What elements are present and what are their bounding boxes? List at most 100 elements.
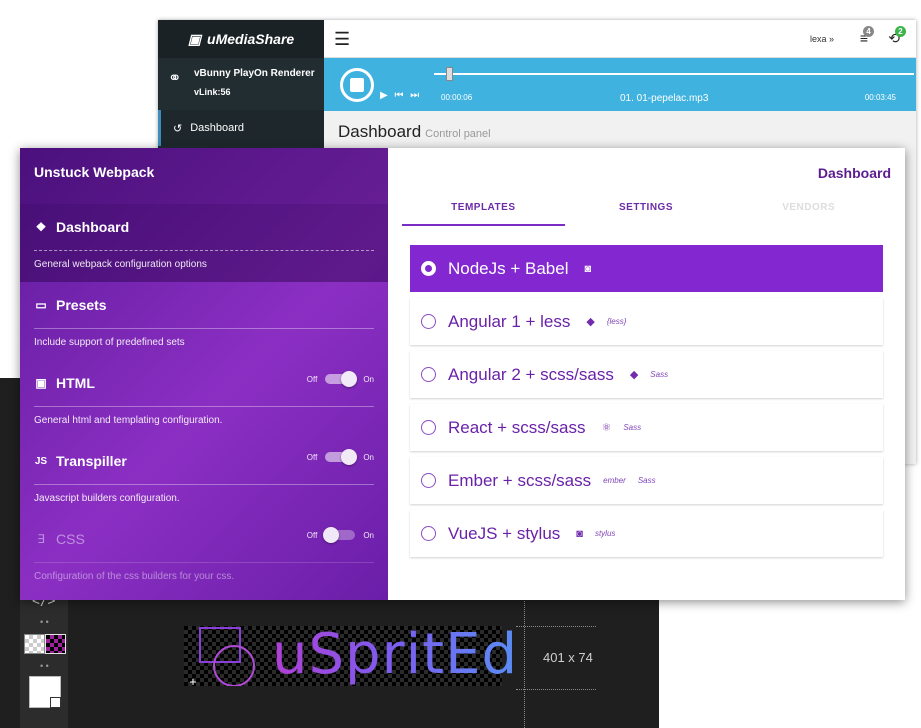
sidebar-item-label: Dashboard bbox=[190, 122, 245, 134]
pattern-swatch[interactable] bbox=[45, 634, 66, 654]
transpiller-toggle[interactable]: Off On bbox=[306, 449, 374, 465]
logo-mark-icon bbox=[190, 627, 255, 686]
section-description: Javascript builders configuration. bbox=[34, 493, 180, 504]
sass-icon: Sass bbox=[623, 423, 642, 432]
user-menu[interactable]: lexa » bbox=[810, 34, 834, 44]
seek-bar[interactable] bbox=[434, 73, 914, 75]
template-label: NodeJs + Babel bbox=[448, 258, 569, 278]
guide-line bbox=[524, 598, 525, 728]
stylus-icon: stylus bbox=[594, 529, 616, 538]
transparent-swatch[interactable] bbox=[24, 634, 45, 654]
html5-icon: ▣ bbox=[35, 376, 47, 390]
radio-button[interactable] bbox=[421, 420, 436, 435]
sidebar-item-dashboard[interactable]: ↺ Dashboard bbox=[158, 110, 324, 146]
media-player: ▶ ⏮ ⏭ 00:00:06 01. 01-pepelac.mp3 00:03:… bbox=[324, 58, 916, 111]
sprite-size-label: 401 x 74 bbox=[543, 650, 593, 665]
template-label: Angular 2 + scss/sass bbox=[448, 364, 614, 384]
react-icon: ⚛ bbox=[601, 422, 612, 434]
uw-app-title: Unstuck Webpack bbox=[20, 148, 388, 204]
ums-brand[interactable]: ▣ uMediaShare bbox=[158, 20, 324, 58]
template-option-nodejs[interactable]: NodeJs + Babel ◙ bbox=[410, 245, 883, 292]
template-label: VueJS + stylus bbox=[448, 523, 561, 543]
radio-button[interactable] bbox=[421, 526, 436, 541]
js-icon: JS bbox=[34, 455, 48, 467]
renderer-info[interactable]: ⚭ vBunny PlayOn Renderer vLink:56 bbox=[158, 58, 324, 110]
css-toggle[interactable]: Off On bbox=[306, 527, 374, 543]
template-option-angular1[interactable]: Angular 1 + less ◆ {less} bbox=[410, 298, 883, 345]
separator-dots: • • bbox=[40, 617, 49, 627]
stop-button[interactable] bbox=[340, 68, 374, 102]
toggle-off-label: Off bbox=[306, 530, 318, 540]
presets-icon: ▭ bbox=[35, 298, 47, 312]
toggle-on-label: On bbox=[363, 452, 374, 462]
page-subtitle: Control panel bbox=[425, 128, 491, 140]
section-dashboard[interactable]: ❖ Dashboard General webpack configuration… bbox=[20, 204, 388, 282]
section-html[interactable]: ▣ HTML Off On General html and templating… bbox=[20, 360, 388, 438]
toggle-off-label: Off bbox=[306, 452, 318, 462]
section-title: Transpiller bbox=[56, 453, 127, 469]
toggle-on-label: On bbox=[363, 374, 374, 384]
page-title-text: Dashboard bbox=[338, 122, 422, 141]
background-swatch[interactable] bbox=[29, 676, 61, 708]
template-label: Angular 1 + less bbox=[448, 311, 571, 331]
section-description: General html and templating configuratio… bbox=[34, 415, 223, 426]
seek-handle[interactable] bbox=[446, 67, 453, 81]
radio-button[interactable] bbox=[421, 367, 436, 382]
radio-button[interactable] bbox=[421, 473, 436, 488]
html-toggle[interactable]: Off On bbox=[306, 371, 374, 387]
section-title: HTML bbox=[56, 375, 95, 391]
css3-icon: ∃ bbox=[37, 532, 45, 546]
template-label: React + scss/sass bbox=[448, 417, 586, 437]
sprite-logo-text: uSpritEd bbox=[272, 622, 519, 687]
angular-icon: ◆ bbox=[586, 316, 595, 328]
guide-line bbox=[516, 689, 596, 690]
radio-button[interactable] bbox=[421, 261, 436, 276]
play-icon[interactable]: ▶ bbox=[380, 90, 390, 101]
template-option-angular2[interactable]: Angular 2 + scss/sass ◆ Sass bbox=[410, 351, 883, 398]
previous-icon[interactable]: ⏮ bbox=[394, 90, 405, 101]
sprite-canvas[interactable]: uSpritEd bbox=[184, 622, 517, 687]
section-transpiller[interactable]: JS Transpiller Off On Javascript builders… bbox=[20, 438, 388, 516]
template-option-vuejs[interactable]: VueJS + stylus ◙ stylus bbox=[410, 510, 883, 557]
section-title: CSS bbox=[56, 531, 85, 547]
toggle-on-label: On bbox=[363, 530, 374, 540]
desktop: </> • • • • uSpritEd 401 x 74 ▣ uMediaSh… bbox=[0, 0, 921, 728]
color-swatch-pair[interactable] bbox=[24, 634, 66, 654]
playback-controls[interactable]: ▶ ⏮ ⏭ bbox=[380, 90, 421, 101]
dropbox-icon: ❖ bbox=[35, 220, 47, 234]
renderer-link: vLink:56 bbox=[194, 87, 231, 97]
section-title: Presets bbox=[56, 297, 107, 313]
toggle-track[interactable] bbox=[325, 449, 358, 465]
menu-toggle-icon[interactable]: ☰ bbox=[334, 29, 350, 50]
sync-badge: 2 bbox=[895, 26, 906, 37]
section-description: Configuration of the css builders for yo… bbox=[34, 571, 235, 582]
guide-line bbox=[516, 626, 596, 627]
link-icon: ⚭ bbox=[168, 70, 182, 87]
toggle-track[interactable] bbox=[323, 527, 356, 543]
section-css[interactable]: ∃ CSS Off On Configuration of the css bui… bbox=[20, 516, 388, 594]
tab-vendors[interactable]: VENDORS bbox=[727, 198, 890, 226]
track-duration: 00:03:45 bbox=[864, 93, 896, 102]
template-option-ember[interactable]: Ember + scss/sass ember Sass bbox=[410, 457, 883, 504]
separator-dots: • • bbox=[40, 661, 49, 671]
section-presets[interactable]: ▭ Presets Include support of predefined s… bbox=[20, 282, 388, 360]
unstuck-webpack-window: Unstuck Webpack ❖ Dashboard General webpa… bbox=[20, 148, 905, 600]
tab-templates[interactable]: TEMPLATES bbox=[402, 198, 565, 226]
track-filename: 01. 01-pepelac.mp3 bbox=[620, 93, 709, 104]
next-icon[interactable]: ⏭ bbox=[410, 90, 421, 101]
section-title: Dashboard bbox=[56, 219, 130, 235]
ums-topbar: ☰ lexa » ≡ 4 ⟲ 2 bbox=[324, 20, 916, 58]
toggle-track[interactable] bbox=[325, 371, 358, 387]
ember-icon: ember bbox=[603, 476, 626, 485]
sass-icon: Sass bbox=[637, 476, 656, 485]
less-icon: {less} bbox=[606, 317, 627, 326]
uw-sidebar: Unstuck Webpack ❖ Dashboard General webpa… bbox=[20, 148, 388, 600]
toggle-off-label: Off bbox=[306, 374, 318, 384]
page-title: Dashboard Control panel bbox=[338, 122, 491, 142]
angular-icon: ◆ bbox=[629, 369, 639, 381]
nodejs-icon: ◙ bbox=[576, 527, 583, 540]
radio-button[interactable] bbox=[421, 314, 436, 329]
tab-settings[interactable]: SETTINGS bbox=[565, 198, 728, 226]
template-option-react[interactable]: React + scss/sass ⚛ Sass bbox=[410, 404, 883, 451]
template-list: NodeJs + Babel ◙ Angular 1 + less ◆ {les… bbox=[410, 245, 883, 563]
